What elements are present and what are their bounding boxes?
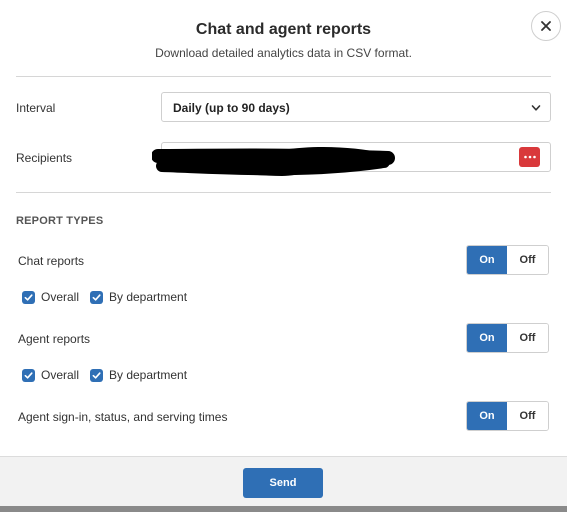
bottom-edge <box>0 506 567 512</box>
close-button[interactable] <box>531 11 561 41</box>
chat-by-department-checkbox[interactable]: By department <box>90 290 187 304</box>
section-divider <box>16 192 551 193</box>
send-button[interactable]: Send <box>243 468 323 498</box>
close-icon <box>541 21 551 31</box>
dialog-title: Chat and agent reports <box>195 21 372 38</box>
header-divider <box>16 76 551 77</box>
checkmark-icon <box>92 371 101 379</box>
agent-signin-toggle: On Off <box>466 401 549 431</box>
agent-by-department-checkbox[interactable]: By department <box>90 368 187 382</box>
chat-by-department-label: By department <box>109 290 188 304</box>
agent-reports-on-button[interactable]: On <box>467 324 507 352</box>
recipients-more-button[interactable] <box>519 147 540 167</box>
agent-overall-label: Overall <box>41 368 80 382</box>
checkmark-icon <box>92 293 101 301</box>
interval-select-value: Daily (up to 90 days) <box>173 101 290 115</box>
checkbox-checked <box>22 290 35 304</box>
chat-reports-on-button[interactable]: On <box>467 246 507 274</box>
agent-by-department-label: By department <box>109 368 188 382</box>
chat-overall-checkbox[interactable]: Overall <box>22 290 79 304</box>
agent-signin-off-button[interactable]: Off <box>507 402 548 430</box>
checkbox-checked <box>90 290 103 304</box>
chat-reports-off-button[interactable]: Off <box>507 246 548 274</box>
agent-reports-label: Agent reports <box>18 332 91 346</box>
redaction-scribble <box>152 147 395 176</box>
agent-signin-on-button[interactable]: On <box>467 402 507 430</box>
agent-signin-label: Agent sign-in, status, and serving times <box>18 410 228 424</box>
agent-reports-toggle: On Off <box>466 323 549 353</box>
chat-reports-label: Chat reports <box>18 254 85 268</box>
agent-overall-checkbox[interactable]: Overall <box>22 368 79 382</box>
agent-reports-off-button[interactable]: Off <box>507 324 548 352</box>
report-types-heading: REPORT TYPES <box>16 215 104 227</box>
dialog-footer: Send <box>0 456 567 512</box>
more-dots-icon <box>523 155 536 159</box>
chat-overall-label: Overall <box>41 290 80 304</box>
checkmark-icon <box>24 293 33 301</box>
recipients-label: Recipients <box>16 151 73 165</box>
interval-label: Interval <box>16 101 56 115</box>
dialog-subtitle: Download detailed analytics data in CSV … <box>155 46 412 60</box>
checkmark-icon <box>24 371 33 379</box>
checkbox-checked <box>22 368 35 382</box>
chevron-down-icon <box>531 105 541 111</box>
reports-dialog: Chat and agent reports Download detailed… <box>0 0 567 512</box>
checkbox-checked <box>90 368 103 382</box>
interval-select[interactable]: Daily (up to 90 days) <box>161 92 551 122</box>
chat-reports-toggle: On Off <box>466 245 549 275</box>
